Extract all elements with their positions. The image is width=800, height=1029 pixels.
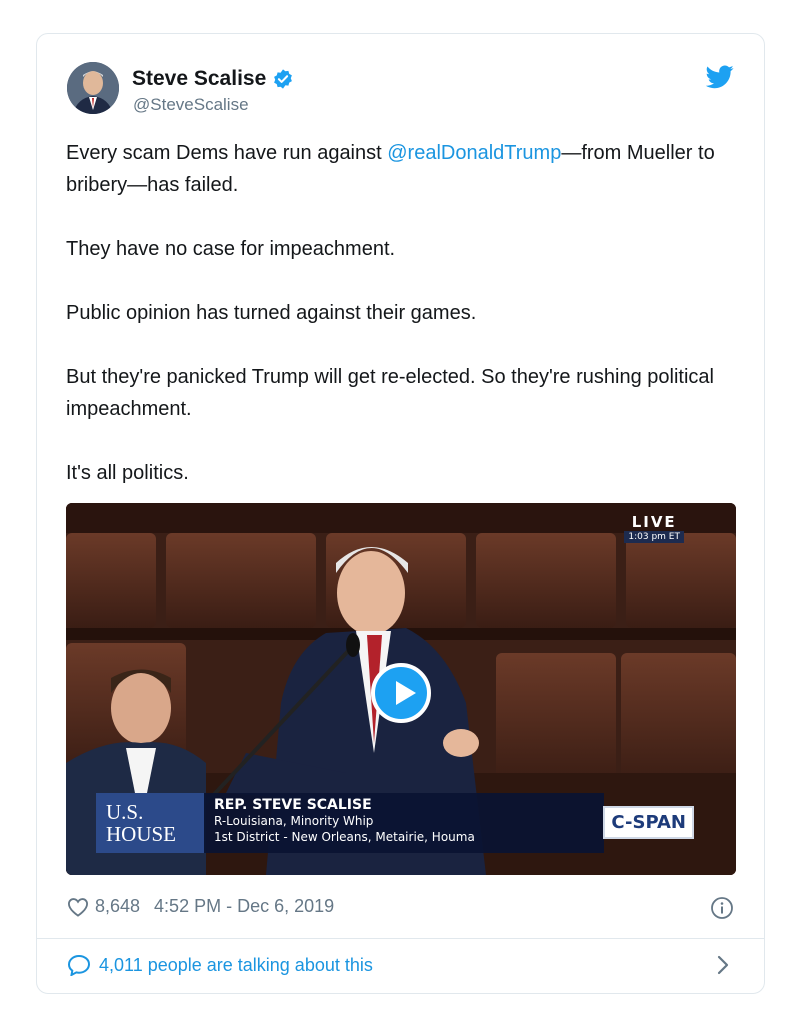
tweet-paragraph: They have no case for impeachment. xyxy=(66,238,396,260)
play-icon[interactable] xyxy=(371,663,431,723)
live-label: LIVE xyxy=(631,513,677,531)
tweet-text: Every scam Dems have run against @realDo… xyxy=(66,137,736,489)
tweet-card: Steve Scalise @SteveScalise Every scam D… xyxy=(36,33,765,994)
mention-link[interactable]: @realDonaldTrump xyxy=(387,142,561,164)
author-name-text[interactable]: Steve Scalise xyxy=(132,67,266,91)
tweet-paragraph: Every scam Dems have run against @realDo… xyxy=(66,137,736,201)
tweet-paragraph: It's all politics. xyxy=(66,462,189,484)
avatar[interactable] xyxy=(67,62,119,114)
caption-box: REP. STEVE SCALISE R-Louisiana, Minority… xyxy=(204,793,604,853)
live-badge: LIVE 1:03 pm ET xyxy=(624,513,684,543)
heart-icon[interactable] xyxy=(67,897,89,917)
like-count[interactable]: 8,648 xyxy=(95,896,140,917)
divider xyxy=(37,938,764,939)
chevron-right-icon[interactable] xyxy=(716,954,730,976)
conversation-count[interactable]: 4,011 people are talking about this xyxy=(99,955,373,976)
conversation-link[interactable]: 4,011 people are talking about this xyxy=(67,954,373,976)
caption-name: REP. STEVE SCALISE xyxy=(214,797,372,813)
house-logo: U.S. HOUSE xyxy=(96,793,204,853)
tweet-meta: 8,648 4:52 PM - Dec 6, 2019 xyxy=(67,896,334,917)
house-logo-line: U.S. xyxy=(106,800,144,824)
twitter-bird-icon[interactable] xyxy=(706,65,734,89)
info-icon[interactable] xyxy=(710,896,734,920)
author-name[interactable]: Steve Scalise xyxy=(132,67,294,91)
video-player[interactable]: LIVE 1:03 pm ET U.S. HOUSE REP. STEVE SC… xyxy=(66,503,736,875)
tweet-text-segment: Every scam Dems have run against xyxy=(66,142,388,164)
chat-bubble-icon xyxy=(67,954,91,976)
verified-badge-icon xyxy=(274,69,293,89)
lower-third: U.S. HOUSE REP. STEVE SCALISE R-Louisian… xyxy=(96,793,604,853)
network-logo: C-SPAN xyxy=(603,806,694,839)
author-handle[interactable]: @SteveScalise xyxy=(133,95,249,115)
tweet-paragraph: Public opinion has turned against their … xyxy=(66,302,477,324)
tweet-timestamp[interactable]: 4:52 PM - Dec 6, 2019 xyxy=(154,896,334,917)
tweet-paragraph: But they're panicked Trump will get re-e… xyxy=(66,366,714,420)
live-time: 1:03 pm ET xyxy=(624,531,684,543)
house-logo-line: HOUSE xyxy=(106,822,177,846)
caption-line: R-Louisiana, Minority Whip xyxy=(214,814,374,828)
caption-line: 1st District - New Orleans, Metairie, Ho… xyxy=(214,830,475,844)
